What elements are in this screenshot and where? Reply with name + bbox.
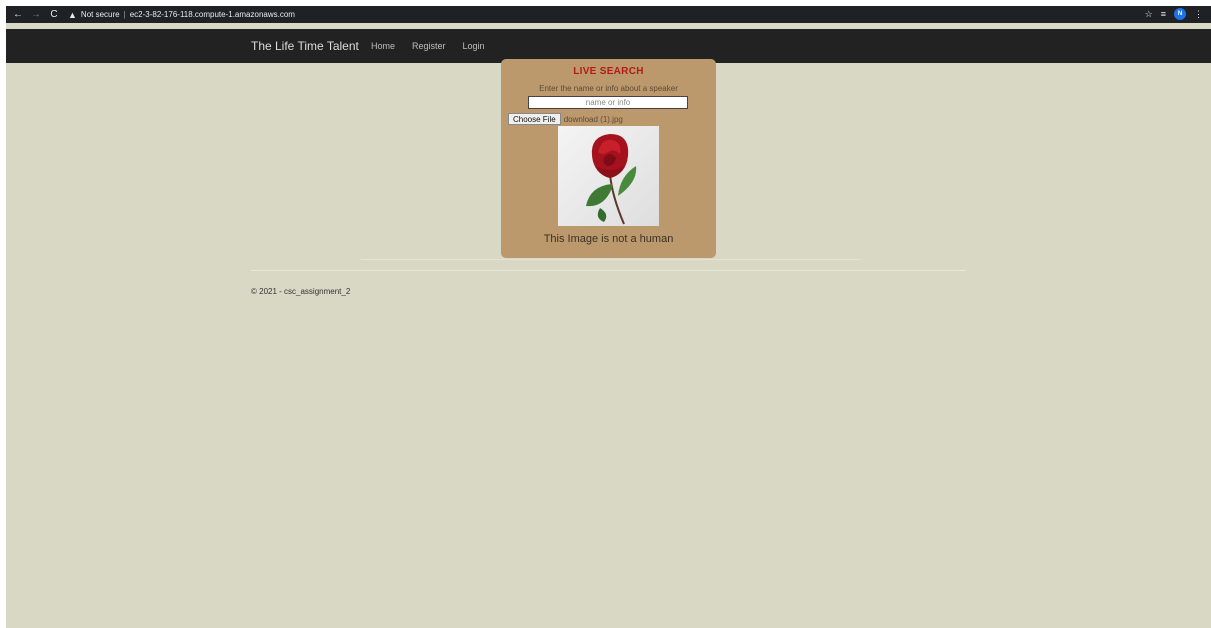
nav-login-link[interactable]: Login [463, 41, 485, 51]
warning-icon: ▲ [68, 9, 77, 20]
nav-register-link[interactable]: Register [412, 41, 446, 51]
footer-text: © 2021 - csc_assignment_2 [251, 287, 351, 296]
choose-file-button[interactable]: Choose File [508, 113, 561, 125]
panel-divider [361, 259, 861, 260]
site-navbar: The Life Time Talent Home Register Login [6, 29, 1211, 63]
nav-home-link[interactable]: Home [371, 41, 395, 51]
selected-file-name: download (1).jpg [563, 114, 623, 124]
brand-link[interactable]: The Life Time Talent [251, 39, 359, 53]
star-icon[interactable]: ☆ [1145, 9, 1153, 20]
panel-title: LIVE SEARCH [573, 66, 644, 77]
address-bar[interactable]: ▲ Not secure | ec2-3-82-176-118.compute-… [68, 8, 1098, 21]
profile-avatar[interactable]: N [1174, 8, 1186, 20]
search-hint: Enter the name or info about a speaker [539, 84, 678, 93]
forward-arrow-icon[interactable]: → [30, 9, 42, 21]
live-search-panel: LIVE SEARCH Enter the name or info about… [501, 59, 716, 258]
browser-toolbar: ← → C ▲ Not secure | ec2-3-82-176-118.co… [6, 6, 1211, 23]
menu-kebab-icon[interactable]: ⋮ [1194, 9, 1203, 20]
file-upload-row: Choose File download (1).jpg [508, 113, 623, 125]
toolbar-right-icons: ☆ ≡ N ⋮ [1145, 8, 1203, 20]
nav-links: Home Register Login [371, 41, 485, 51]
url-text: ec2-3-82-176-118.compute-1.amazonaws.com [129, 10, 295, 19]
footer-divider [251, 270, 966, 271]
search-input[interactable] [528, 96, 688, 109]
reload-icon[interactable]: C [48, 9, 60, 21]
security-label: Not secure [80, 10, 120, 19]
rose-image [586, 134, 637, 225]
browser-window: ← → C ▲ Not secure | ec2-3-82-176-118.co… [6, 6, 1211, 628]
reading-list-icon[interactable]: ≡ [1161, 9, 1166, 19]
address-separator: | [123, 10, 126, 19]
back-arrow-icon[interactable]: ← [12, 9, 24, 21]
uploaded-image-preview [558, 126, 659, 226]
classification-result: This Image is not a human [543, 233, 674, 245]
